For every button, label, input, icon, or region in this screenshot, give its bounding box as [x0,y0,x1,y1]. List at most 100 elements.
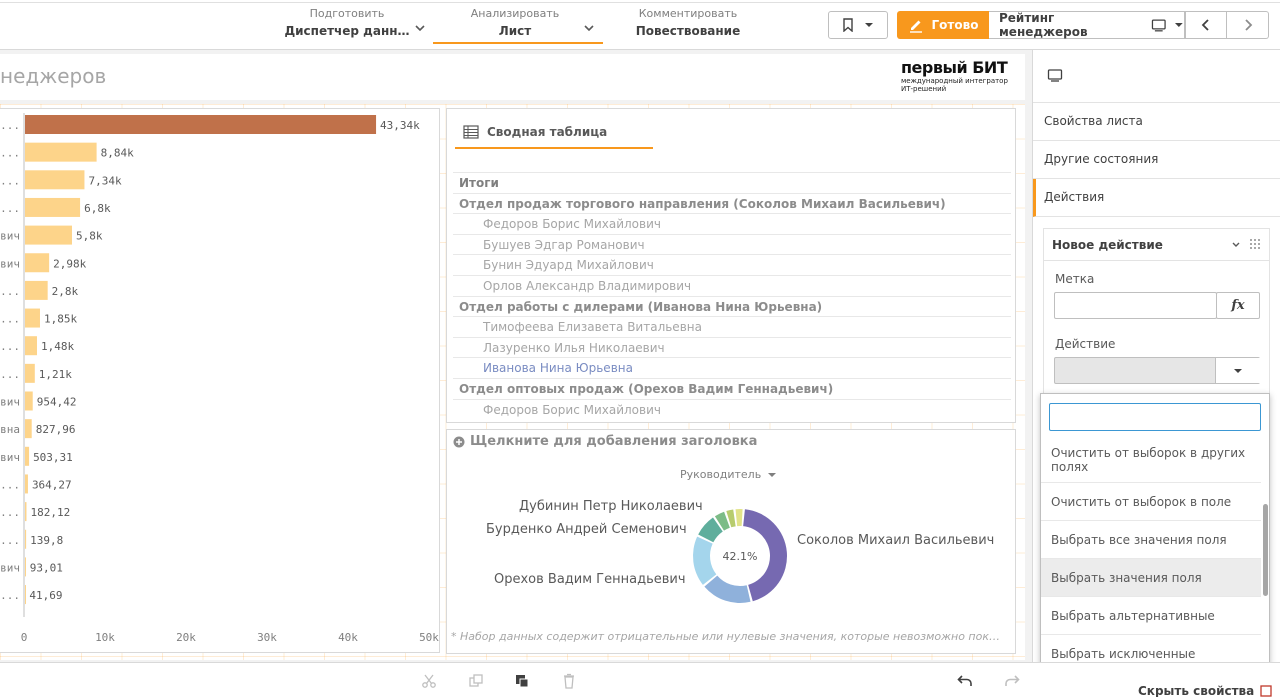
bar[interactable] [25,585,26,605]
chevron-down-icon[interactable] [583,22,595,34]
pivot-row[interactable]: Тимофеева Елизавета Витальевна [453,316,1011,337]
dropdown-option[interactable]: Очистить от выборок в других полях [1041,437,1261,483]
dropdown-option[interactable]: Выбрать значения поля [1041,559,1261,597]
category-label: …евич [0,451,20,464]
data-label: 93,01 [30,561,63,574]
nav-analyze[interactable]: Анализировать Лист [445,6,585,46]
donut-chart-panel[interactable]: Щелкните для добавления заголовка Руково… [446,429,1016,654]
nav-prepare[interactable]: Подготовить Диспетчер данн… [282,6,412,46]
category-label: …йл... [0,119,20,132]
caret-down-icon [1175,23,1184,27]
panel-icon [1260,685,1272,697]
bar[interactable] [25,280,48,300]
data-label: 6,8k [84,202,111,215]
done-label: Готово [931,18,979,32]
paste-icon[interactable] [514,673,530,689]
pivot-table-panel[interactable]: Сводная таблица Итоги Отдел продаж торгов… [446,108,1016,423]
bar[interactable] [25,197,81,217]
category-label: …ди... [0,202,20,215]
data-label: 364,27 [32,478,72,491]
action-select-toggle[interactable] [1215,358,1260,383]
prev-sheet-button[interactable] [1185,11,1227,39]
pivot-row[interactable]: Отдел продаж торгового направления (Соко… [453,192,1011,214]
data-label: 1,48k [41,340,74,353]
redo-icon[interactable] [1004,673,1020,689]
dropdown-scrollbar[interactable] [1263,504,1268,596]
logo-name: первый БИТ [901,58,1008,77]
bar[interactable] [25,529,27,549]
category-label: …ло... [0,313,20,326]
bar[interactable] [25,391,33,411]
bar[interactable] [25,170,85,190]
pivot-row[interactable]: Федоров Борис Михайлович [453,398,1011,420]
donut-label-sokolov: Соколов Михаил Васильевич [797,533,995,548]
x-tick-label: 40k [338,631,358,644]
dropdown-option[interactable]: Выбрать альтернативные [1041,597,1261,635]
bar[interactable] [25,363,35,383]
pivot-row[interactable]: Отдел работы с дилерами (Иванова Нина Юр… [453,295,1011,317]
bar[interactable] [25,308,40,328]
copy-icon[interactable] [468,673,484,689]
dropdown-options: Очистить от выборок в других полях Очисти… [1041,437,1261,686]
expression-button[interactable]: fx [1216,292,1260,319]
sheet-selector[interactable]: Рейтинг менеджеров [989,11,1185,39]
props-actions[interactable]: Действия [1033,179,1280,217]
pivot-row[interactable]: Бунин Эдуард Михайлович [453,254,1011,275]
label-input[interactable] [1054,292,1217,319]
drag-handle-icon[interactable] [1249,238,1261,252]
data-label: 1,21k [39,368,72,381]
bar[interactable] [25,225,72,245]
top-divider [0,2,1280,3]
action-select[interactable] [1054,357,1260,384]
caret-down-icon [1234,368,1242,373]
donut-slice[interactable] [704,575,751,603]
bookmark-button[interactable] [828,11,888,39]
bar[interactable] [25,502,27,522]
cut-icon[interactable] [421,673,437,689]
table-icon [463,125,479,139]
category-label: …вич [0,561,20,574]
bar[interactable] [25,115,377,134]
sheet-title[interactable]: неджеров [0,64,106,88]
chevron-down-icon[interactable] [1231,241,1241,249]
donut-slice[interactable] [693,536,717,585]
bar[interactable] [25,419,32,439]
nav-narrate[interactable]: Комментировать Повествование [628,6,748,46]
chevron-down-icon[interactable] [414,22,426,34]
pivot-tab[interactable]: Сводная таблица [455,117,653,149]
next-sheet-button[interactable] [1227,11,1269,39]
pivot-row[interactable]: Иванова Нина Юрьевна [453,357,1011,378]
pivot-row[interactable]: Бушуев Эдгар Романович [453,233,1011,255]
pivot-row[interactable]: Орлов Александр Владимирович [453,274,1011,296]
nav-prepare-label: Диспетчер данн… [284,24,410,38]
data-label: 2,8k [52,285,79,298]
pivot-row[interactable]: Отдел оптовых продаж (Орехов Вадим Генна… [453,377,1011,399]
done-button[interactable]: Готово [897,11,989,39]
bar[interactable] [25,446,30,466]
pivot-row[interactable]: Федоров Борис Михайлович [453,213,1011,234]
bar[interactable] [25,474,28,494]
props-sheet-properties[interactable]: Свойства листа [1033,103,1280,141]
category-label: …екс... [0,534,20,547]
company-logo: первый БИТ международный интегратор ИТ-р… [901,59,1016,99]
dropdown-option[interactable]: Выбрать все значения поля [1041,521,1261,559]
sheet-header: неджеров [0,54,1025,100]
pivot-row[interactable]: Лазуренко Илья Николаевич [453,336,1011,358]
data-label: 43,34k [380,119,420,132]
dropdown-search-input[interactable] [1049,403,1261,431]
bar-chart-panel[interactable]: 0 10k 20k 30k 40k 50k …йл... 43,34k …а В... 8,84k… [0,108,440,653]
donut-slice[interactable] [735,509,743,527]
delete-icon[interactable] [561,673,577,689]
bar[interactable] [25,336,37,356]
bar[interactable] [25,557,26,577]
props-alternate-states[interactable]: Другие состояния [1033,141,1280,179]
nav-narrate-label: Повествование [635,24,741,38]
bar[interactable] [25,253,50,273]
dropdown-option[interactable]: Очистить от выборок в поле [1041,483,1261,521]
bar[interactable] [25,142,97,162]
x-tick-label: 0 [21,631,28,644]
undo-icon[interactable] [957,673,973,689]
category-label: …вич [0,396,20,409]
pivot-row[interactable]: Итоги [453,172,1011,193]
hide-properties-button[interactable]: Скрыть свойства [1126,681,1276,697]
